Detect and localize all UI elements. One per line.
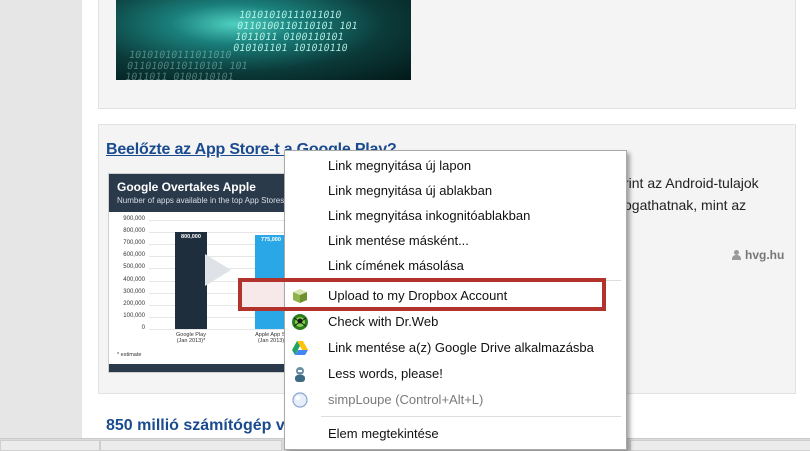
infographic-y-tick: 900,000 [123, 216, 145, 222]
matrix-code-text: 10101010111011010 0110100110110101 101 1… [232, 10, 359, 54]
highlight-annotation-box [238, 278, 606, 311]
infographic-y-tick: 0 [141, 325, 145, 331]
infographic-y-tick: 100,000 [123, 312, 145, 319]
menu-item-copy-link-address[interactable]: Link címének másolása [285, 253, 626, 278]
excerpt-line: rint az Android-tulajok [624, 175, 759, 191]
menu-item-simploupe[interactable]: simpLoupe (Control+Alt+L) [285, 387, 626, 412]
menu-item-label: Link címének másolása [328, 258, 464, 273]
infographic-category-label: Google Play (Jan 2013)* [176, 332, 206, 344]
scrollbar-segment[interactable] [100, 440, 282, 451]
infographic-gridline [149, 220, 299, 221]
drweb-spider-icon [291, 313, 309, 331]
infographic-subtitle: Number of apps available in the top App … [117, 196, 285, 205]
person-icon [732, 250, 741, 260]
menu-item-label: Link megnyitása inkognitóablakban [328, 208, 531, 223]
infographic-y-tick: 400,000 [123, 276, 145, 283]
infographic-bar-value-label: 775,000 [261, 237, 281, 244]
menu-item-less-words[interactable]: Less words, please! [285, 361, 626, 386]
excerpt-line: ogathatnak, mint az [624, 197, 747, 213]
scrollbar-segment[interactable] [0, 440, 100, 451]
infographic-y-tick: 500,000 [123, 264, 145, 271]
left-gutter [0, 0, 82, 450]
infographic-arrow-shape [205, 254, 231, 286]
infographic-y-tick: 800,000 [123, 228, 145, 235]
menu-item-label: Link mentése másként... [328, 233, 469, 248]
menu-item-save-google-drive[interactable]: Link mentése a(z) Google Drive alkalmazá… [285, 335, 626, 360]
infographic-gridline [149, 232, 299, 234]
google-drive-icon [291, 339, 309, 357]
infographic-bar-value-label: 800,000 [181, 234, 201, 241]
menu-item-label: Less words, please! [328, 366, 443, 381]
infographic-y-tick: 600,000 [123, 252, 145, 259]
menu-item-label: Link megnyitása új ablakban [328, 183, 493, 198]
source-label: hvg.hu [745, 248, 785, 262]
less-words-icon [291, 365, 309, 383]
article-infographic[interactable]: Google Overtakes Apple Number of apps av… [108, 173, 310, 373]
infographic-gridline [149, 329, 299, 330]
menu-item-label: Check with Dr.Web [328, 314, 439, 329]
infographic-note: * estimate [117, 352, 142, 358]
infographic-y-tick: 700,000 [123, 240, 145, 247]
matrix-code-text-faint: 10101010111011010 0110100110110101 101 1… [124, 50, 249, 80]
article-source[interactable]: hvg.hu [732, 248, 784, 262]
infographic-title: Google Overtakes Apple [117, 180, 256, 194]
article-excerpt: rint az Android-tulajok ogathatnak, mint… [624, 172, 794, 216]
infographic-header: Google Overtakes Apple Number of apps av… [109, 174, 309, 212]
article-title-link[interactable]: 850 millió számítógép v [106, 417, 285, 435]
menu-item-save-link-as[interactable]: Link mentése másként... [285, 228, 626, 253]
menu-separator [321, 416, 621, 417]
menu-item-label: Elem megtekintése [328, 426, 439, 441]
menu-item-label: Link mentése a(z) Google Drive alkalmazá… [328, 340, 594, 355]
magnifier-icon [291, 391, 309, 409]
menu-item-label: Link megnyitása új lapon [328, 158, 472, 173]
infographic-y-tick: 300,000 [123, 288, 145, 295]
scrollbar-segment[interactable] [630, 440, 810, 451]
infographic-y-tick: 200,000 [123, 300, 145, 307]
menu-item-open-new-tab[interactable]: Link megnyitása új lapon [285, 153, 626, 178]
menu-item-open-incognito[interactable]: Link megnyitása inkognitóablakban [285, 203, 626, 228]
menu-item-check-drweb[interactable]: Check with Dr.Web [285, 309, 626, 334]
article-image-matrix[interactable]: 10101010111011010 0110100110110101 101 1… [116, 0, 411, 80]
menu-item-label: simpLoupe (Control+Alt+L) [328, 392, 484, 407]
menu-item-open-new-window[interactable]: Link megnyitása új ablakban [285, 178, 626, 203]
menu-item-inspect-element[interactable]: Elem megtekintése [285, 421, 626, 446]
infographic-bar [175, 232, 207, 329]
infographic-footer [109, 364, 309, 372]
